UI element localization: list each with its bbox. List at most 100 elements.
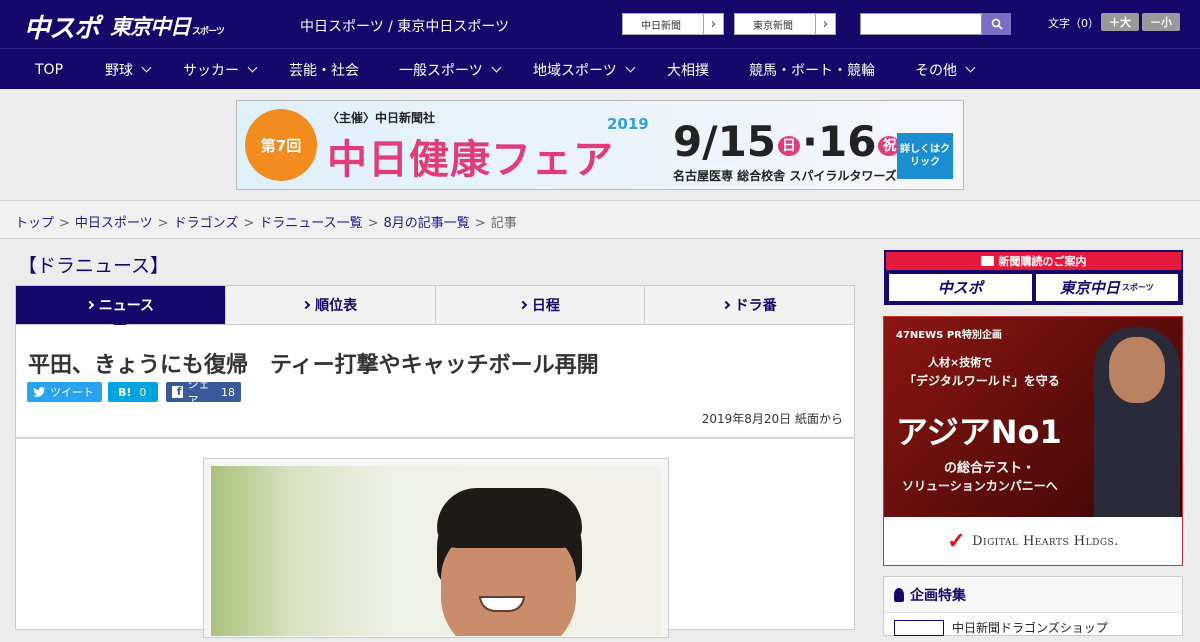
ad-brand: ✓ Digital Hearts Hldgs. [884, 517, 1182, 565]
features-item[interactable]: 中日新聞ドラゴンズショップ [884, 613, 1182, 642]
nav-item-top[interactable]: TOP [35, 49, 63, 90]
tab-label: 日程 [531, 298, 560, 314]
dragons-tabs: ニュース 順位表 日程 ドラ番 [15, 285, 855, 332]
chevron-right-icon [301, 300, 311, 310]
tweet-label: ツイート [50, 386, 94, 399]
chevron-right-icon [721, 300, 730, 310]
chevron-down-icon [491, 62, 502, 73]
breadcrumb-august-list[interactable]: 8月の記事一覧 [384, 216, 470, 231]
chuspo-logo[interactable]: 中スポ [24, 8, 100, 45]
hatena-bookmark-icon: B! [118, 385, 132, 399]
chevron-down-icon [141, 62, 152, 73]
nav-item-others[interactable]: その他 [915, 49, 976, 90]
photo-frame [203, 458, 669, 638]
nav-item-entertainment[interactable]: 芸能・社会 [289, 49, 359, 90]
twitter-icon [33, 387, 45, 397]
subscribe-chuspo-button[interactable]: 中スポ [889, 274, 1032, 301]
article-photo-area [15, 438, 855, 638]
ad-line-4: ソリューションカンパニーへ [902, 479, 1058, 493]
breadcrumb-sep: > [243, 216, 255, 231]
facebook-icon: f [172, 385, 183, 398]
features-item-thumb [894, 619, 944, 636]
font-larger-button[interactable]: ＋大 [1101, 13, 1139, 31]
subscription-title: 新聞購読のご案内 [998, 255, 1087, 268]
article-date: 2019年8月20日 紙面から [701, 412, 843, 426]
tokyo-shimbun-label: 東京新聞 [753, 20, 793, 32]
ad-person-head [1109, 337, 1165, 403]
search-icon [991, 18, 1003, 30]
search-input[interactable] [860, 13, 982, 35]
banner-cta: 詳しくはクリック [897, 133, 953, 179]
site-name-link[interactable]: 中日スポーツ / 東京中日スポーツ [300, 16, 509, 36]
banner-year: 2019 [607, 115, 649, 133]
health-fair-banner[interactable]: 第7回 〈主催〉中日新聞社 中日健康フェア 2019 9/15 日 ·16 祝 名古屋… [236, 100, 964, 190]
chevron-right-icon [518, 300, 528, 310]
breadcrumb-sep: > [367, 216, 379, 231]
nav-label: 大相撲 [667, 62, 709, 79]
tokyo-chunichi-logo[interactable]: 東京中日 スポーツ [110, 11, 225, 41]
breadcrumb-sep: > [474, 216, 486, 231]
subscribe-tokyo-chunichi-button[interactable]: 東京中日 スポーツ [1035, 274, 1178, 301]
main-nav: TOP 野球 サッカー 芸能・社会 一般スポーツ 地域スポーツ 大相撲 競馬・ボ… [0, 48, 1200, 89]
top-header: 中スポ 東京中日 スポーツ 中日スポーツ / 東京中日スポーツ 中日新聞 › 東京… [0, 0, 1200, 48]
nav-item-general-sports[interactable]: 一般スポーツ [399, 49, 502, 90]
nav-item-racing[interactable]: 競馬・ボート・競輪 [749, 49, 875, 90]
tokyo-shimbun-button[interactable]: 東京新聞 › [734, 13, 836, 35]
tokyo-logo-sub: スポーツ [192, 27, 225, 37]
newspaper-icon [980, 256, 994, 266]
tab-news[interactable]: ニュース [16, 286, 226, 332]
breadcrumb-news-list[interactable]: ドラニュース一覧 [259, 216, 362, 231]
nav-item-local-sports[interactable]: 地域スポーツ [533, 49, 636, 90]
chevron-right-icon [85, 300, 94, 310]
nav-label: その他 [915, 62, 957, 79]
banner-host: 〈主催〉中日新聞社 [327, 111, 436, 125]
article-photo[interactable] [211, 466, 661, 636]
features-item-label: 中日新聞ドラゴンズショップ [952, 621, 1108, 635]
hatena-count: 0 [139, 385, 147, 399]
chunichi-shimbun-button[interactable]: 中日新聞 › [622, 13, 724, 35]
check-logo-icon: ✓ [947, 528, 967, 554]
breadcrumb-top[interactable]: トップ [15, 216, 54, 231]
ad-tag: 47NEWS PR特別企画 [896, 330, 1002, 341]
breadcrumb-sep: > [59, 216, 70, 231]
breadcrumb-dragons[interactable]: ドラゴンズ [174, 216, 239, 231]
subscription-head: 新聞購読のご案内 [886, 252, 1181, 270]
search-button[interactable] [982, 13, 1011, 35]
ad-line-1: 人材×技術で [928, 356, 993, 369]
chevron-down-icon [625, 62, 636, 73]
tokyo-logo-text: 東京中日 [110, 15, 191, 39]
facebook-share-button[interactable]: f シェア 18 [166, 378, 241, 407]
tab-standings[interactable]: 順位表 [226, 286, 436, 324]
nav-label: サッカー [183, 62, 239, 79]
banner-date-1: 9/15 [673, 117, 777, 166]
article-headline: 平田、きょうにも復帰 ティー打撃やキャッチボール再開 [28, 353, 599, 378]
chevron-right-icon: › [703, 14, 723, 34]
tab-label: ドラ番 [734, 298, 777, 314]
tweet-button[interactable]: ツイート [27, 382, 102, 402]
breadcrumb-chuspo[interactable]: 中日スポーツ [75, 216, 153, 231]
facebook-share-label: シェア [187, 378, 210, 407]
subscription-buttons: 中スポ 東京中日 スポーツ [886, 270, 1181, 305]
nav-label: TOP [35, 61, 64, 78]
digital-hearts-ad[interactable]: 47NEWS PR特別企画 人材×技術で 「デジタルワールド」を守る アジアNo… [883, 316, 1183, 566]
breadcrumb-current: 記事 [490, 216, 517, 231]
tab-dora-ban[interactable]: ドラ番 [645, 286, 854, 324]
hatena-bookmark-button[interactable]: B! 0 [108, 382, 158, 402]
banner-venue: 名古屋医専 総合校舎 スパイラルタワーズ [673, 169, 897, 183]
chevron-right-icon: › [815, 14, 835, 34]
nav-item-soccer[interactable]: サッカー [183, 49, 258, 90]
features-head: 企画特集 [884, 577, 1182, 613]
tab-schedule[interactable]: 日程 [436, 286, 646, 324]
chevron-down-icon [247, 62, 258, 73]
section-title: 【ドラニュース】 [18, 255, 170, 277]
tab-label: 順位表 [315, 298, 358, 314]
nav-item-baseball[interactable]: 野球 [105, 49, 152, 90]
font-smaller-button[interactable]: －小 [1142, 13, 1180, 31]
features-title: 企画特集 [910, 587, 966, 604]
ad-line-3: の総合テスト・ [944, 461, 1036, 476]
subscribe-tokyo-label: 東京中日 [1059, 279, 1120, 297]
tab-label: ニュース [98, 298, 155, 314]
nav-label: 競馬・ボート・競輪 [749, 62, 875, 79]
nav-item-sumo[interactable]: 大相撲 [667, 49, 709, 90]
article-header: 平田、きょうにも復帰 ティー打撃やキャッチボール再開 ツイート B! 0 f シ… [15, 325, 855, 438]
